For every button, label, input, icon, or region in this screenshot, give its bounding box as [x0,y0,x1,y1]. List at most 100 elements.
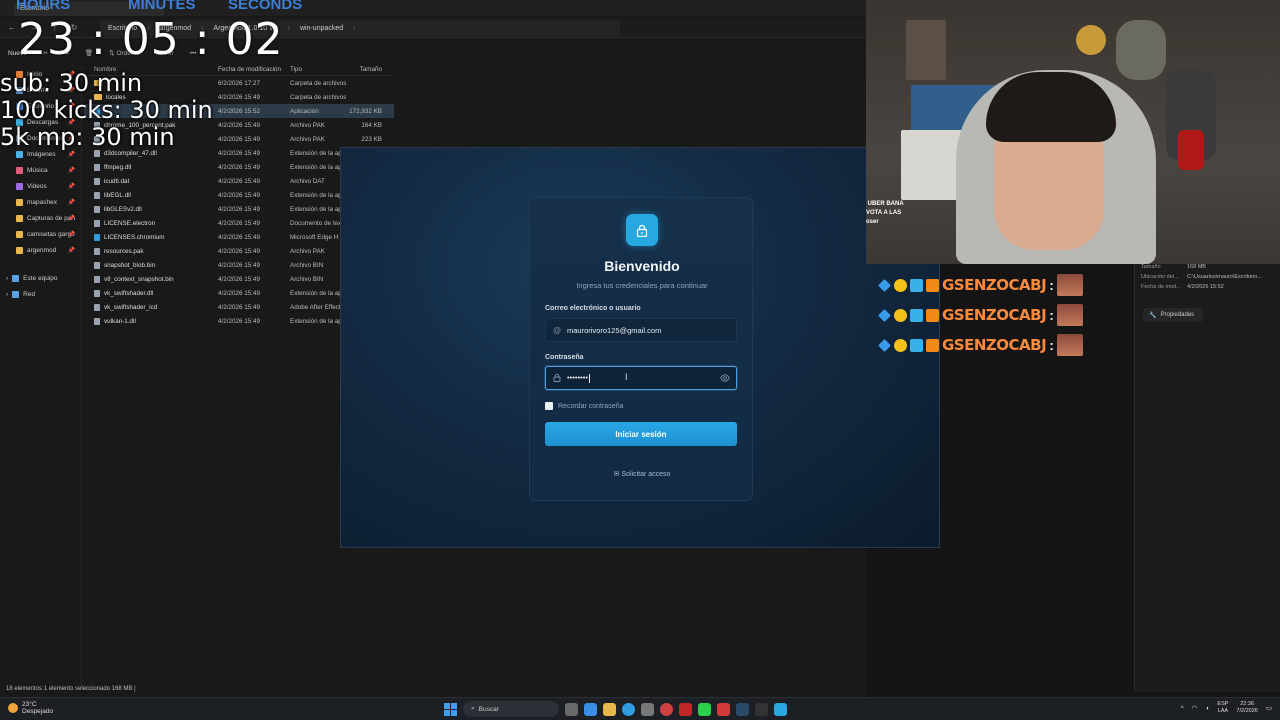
file-type: Archivo PAK [290,121,325,129]
breadcrumb-item[interactable]: ArgenMod 1.0.10 V2 [213,25,277,32]
breadcrumb-item[interactable]: argenmod [160,25,192,32]
sidebar-item[interactable]: mapashex 📌 [0,194,81,210]
chat-separator: : [1049,337,1054,353]
login-title: Bienvenido [604,258,680,274]
sidebar-item[interactable]: Capturas de pan 📌 [0,210,81,226]
sidebar-item[interactable]: argenmod 📌 [0,242,81,258]
file-type: Carpeta de archivos [290,79,346,87]
folder-icon [16,214,23,222]
request-access-label: Solicitar acceso [621,471,671,478]
remember-checkbox[interactable] [545,402,553,410]
nav-buttons[interactable]: ← → ↑ ↻ [8,23,83,32]
volume-icon[interactable]: ◖ [1205,705,1209,712]
goal-mp: 5k mp: 30 min [0,123,175,151]
mail-icon: ✉ [613,471,620,478]
fe-icon[interactable] [755,702,768,716]
task-view-icon[interactable] [565,702,578,716]
chevron-right-icon: › [287,25,290,32]
network-icon[interactable]: ◠ [1192,704,1198,712]
tray-chevron-icon[interactable]: ^ [1181,705,1184,712]
weather-widget[interactable]: 23°C Despejado [8,701,53,715]
column-type[interactable]: Tipo [286,66,346,73]
status-bar: 18 elementos 1 elemento seleccionado 168… [6,686,136,692]
file-type: Adobe After Effect [290,303,341,311]
file-type: Extensión de la apl [290,149,344,157]
remember-password[interactable]: Recordar contraseña [545,402,623,410]
details-pane: Tamaño 168 MB Ubicación del... C:\Usuarios\… [1134,262,1280,692]
file-date: 4/2/2026 15:49 [218,121,261,129]
notification-icon[interactable]: ▭ [1266,704,1272,712]
email-field[interactable]: @ maurorivoro125@gmail.com [545,318,737,342]
show-password-icon[interactable] [720,374,730,384]
kick-badge-icon [926,338,939,352]
delete-icon[interactable]: 🗑 [85,49,93,57]
kick-badge-icon [926,308,939,322]
new-button[interactable]: Nuevo [8,50,27,57]
chat-username: GSENZOCABJ [942,336,1047,354]
file-name-cell: vk_swiftshader.dll [84,289,214,297]
file-name-cell: v8_context_snapshot.bin [84,275,214,283]
sword-emote-icon [878,308,891,322]
navigation-pane: Inicio 📌 Galería 📌 Escritorio 📌 Descargas 📌 Docu… [0,66,82,686]
explorer-tab[interactable]: Escritorio [14,2,164,16]
recorder-icon[interactable] [679,702,692,716]
folder-icon [16,246,23,254]
password-field[interactable]: •••••••• [545,366,737,390]
windows-start-icon[interactable] [444,702,457,716]
edge-icon[interactable] [622,702,635,716]
chrome-icon[interactable] [660,702,673,716]
sort-label: Ordenar [116,50,141,57]
detail-value: 4/2/2026 15:52 [1187,284,1224,290]
file-name: ffmpeg.dll [104,163,132,171]
chat-message: GSENZOCABJ: [878,270,1098,300]
kick-icon[interactable] [698,702,711,716]
file-icon [94,303,100,311]
column-size[interactable]: Tamaño [346,66,386,73]
file-icon [94,233,100,241]
breadcrumb[interactable]: Escritorio › argenmod › ArgenMod 1.0.10 V2 › w… [100,21,620,36]
sidebar-item[interactable]: camisetas gargo 📌 [0,226,81,242]
file-type: Archivo DAT [290,177,325,185]
weather-icon [8,703,18,713]
login-button[interactable]: Iniciar sesión [545,422,737,446]
more-icon[interactable]: ••• [190,50,197,57]
clock[interactable]: 22:36 7/2/2026 [1236,701,1257,715]
file-date: 4/2/2026 15:49 [218,219,261,227]
login-app-window: Bienvenido Ingresa tus credenciales para… [340,147,940,548]
calculator-icon[interactable] [641,702,654,716]
column-date[interactable]: Fecha de modificación [214,66,286,73]
copilot-icon[interactable] [584,702,597,716]
sort-button[interactable]: ⇅ Ordenar [109,49,140,57]
folder-icon [16,182,23,190]
properties-button[interactable]: 🔧 Propiedades [1143,308,1203,322]
sidebar-section[interactable]: › Red [0,286,81,302]
sidebar-item[interactable]: Videos 📌 [0,178,81,194]
copy-icon[interactable]: ⧉ [64,49,69,57]
argenmod-icon[interactable] [774,702,787,716]
taskbar-search[interactable]: ⌕ Buscar [463,701,559,717]
breadcrumb-item[interactable]: Escritorio [108,25,137,32]
sword-emote-icon [878,338,891,352]
sword-emote-icon [878,278,891,292]
face-emote-icon [1056,304,1083,326]
file-icon [94,219,100,227]
chevron-right-icon: › [353,25,356,32]
file-date: 6/2/2026 17:27 [218,79,261,87]
breadcrumb-item[interactable]: win-unpacked [300,25,343,32]
file-explorer-icon[interactable] [603,702,616,716]
file-name-cell: snapshot_blob.bin [84,261,214,269]
pin-icon: 📌 [67,199,75,206]
cut-icon[interactable]: ✂ [43,49,48,57]
sidebar-section[interactable]: › Este equipo [0,270,81,286]
file-date: 4/2/2026 15:49 [218,149,261,157]
cube-emote-icon [910,308,923,322]
request-access-link[interactable]: ✉ Solicitar acceso [530,470,754,478]
email-label: Correo electrónico o usuario [545,305,641,312]
sidebar-item[interactable]: Música 📌 [0,162,81,178]
sidebar-item-label: argenmod [27,246,57,254]
hat [1076,25,1106,55]
view-button[interactable]: ☰ Ver [156,49,173,57]
language-indicator[interactable]: ESP LAA [1217,701,1228,715]
vivaldi-icon[interactable] [717,702,730,716]
steam-icon[interactable] [736,702,749,716]
